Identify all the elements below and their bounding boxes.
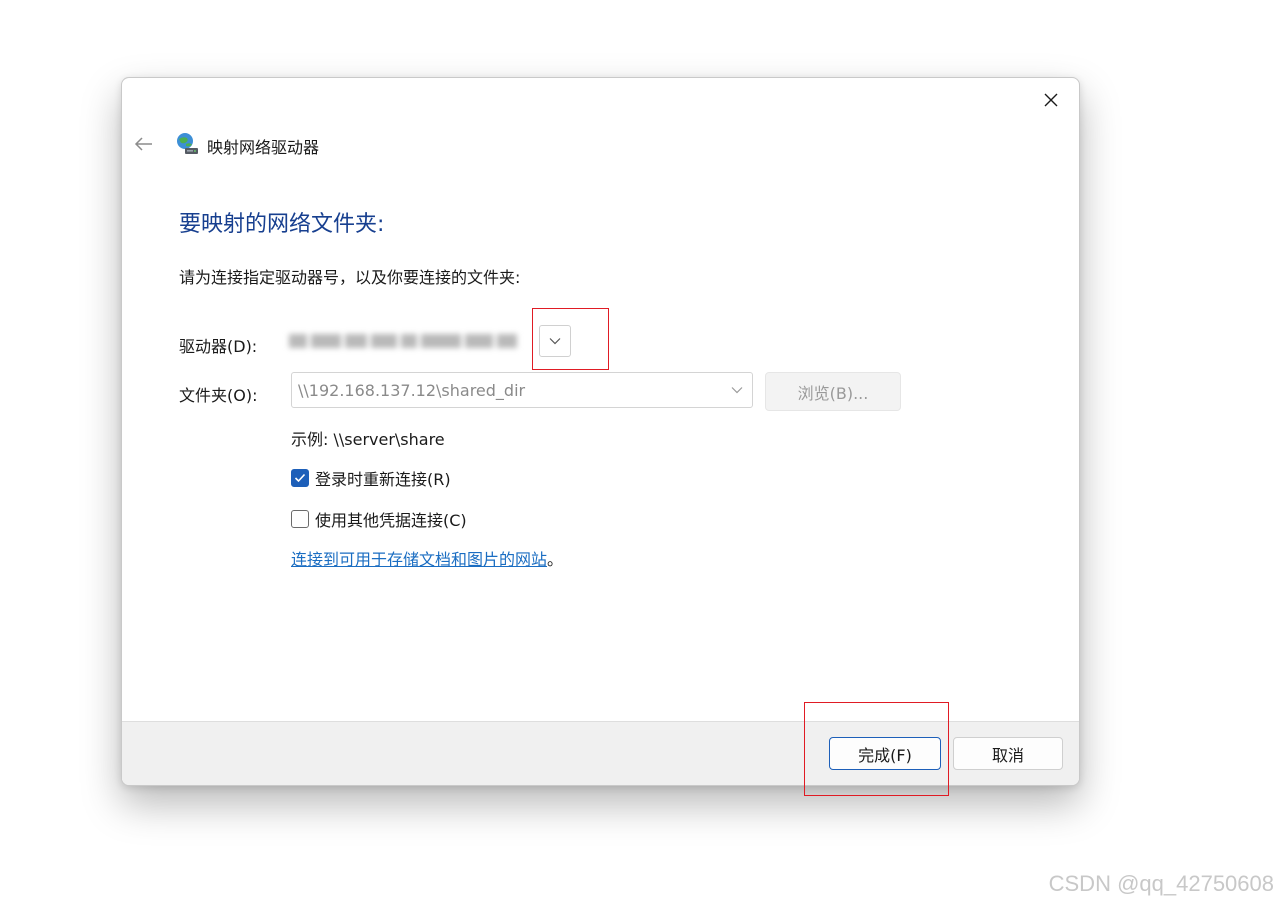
drive-value-redacted [289, 329, 539, 353]
folder-input[interactable] [292, 379, 722, 401]
other-credentials-option[interactable]: 使用其他凭据连接(C) [291, 507, 467, 531]
website-link-row: 连接到可用于存储文档和图片的网站。 [291, 546, 563, 570]
chevron-down-icon [549, 338, 561, 345]
reconnect-option[interactable]: 登录时重新连接(R) [291, 466, 451, 490]
drive-select[interactable] [289, 325, 571, 357]
drive-dropdown-button[interactable] [539, 325, 571, 357]
instruction-text: 请为连接指定驱动器号，以及你要连接的文件夹: [179, 268, 521, 287]
chevron-down-icon [731, 387, 743, 394]
reconnect-label: 登录时重新连接(R) [315, 470, 451, 489]
close-button[interactable] [1037, 86, 1065, 114]
window-title: 映射网络驱动器 [207, 138, 320, 157]
drive-label: 驱动器(D): [179, 337, 258, 356]
screen: 映射网络驱动器 要映射的网络文件夹: 请为连接指定驱动器号，以及你要连接的文件夹… [0, 0, 1280, 905]
folder-dropdown-button[interactable] [722, 373, 752, 407]
other-credentials-checkbox[interactable] [291, 510, 309, 528]
folder-label: 文件夹(O): [179, 386, 258, 405]
map-network-drive-dialog: 映射网络驱动器 要映射的网络文件夹: 请为连接指定驱动器号，以及你要连接的文件夹… [121, 77, 1080, 786]
checkmark-icon [294, 473, 306, 483]
reconnect-checkbox[interactable] [291, 469, 309, 487]
example-text: 示例: \\server\share [291, 430, 445, 449]
close-icon [1044, 93, 1058, 107]
back-arrow-icon [134, 137, 152, 151]
network-drive-icon [177, 133, 198, 154]
website-link[interactable]: 连接到可用于存储文档和图片的网站 [291, 550, 547, 569]
browse-button[interactable]: 浏览(B)... [765, 372, 901, 411]
page-heading: 要映射的网络文件夹: [179, 212, 385, 237]
other-credentials-label: 使用其他凭据连接(C) [315, 511, 467, 530]
link-suffix: 。 [547, 550, 564, 569]
back-button[interactable] [132, 132, 156, 156]
finish-button[interactable]: 完成(F) [829, 737, 941, 770]
watermark: CSDN @qq_42750608 [1048, 871, 1274, 896]
dialog-footer: 完成(F) 取消 [122, 721, 1079, 785]
cancel-button[interactable]: 取消 [953, 737, 1063, 770]
folder-combobox[interactable] [291, 372, 753, 408]
